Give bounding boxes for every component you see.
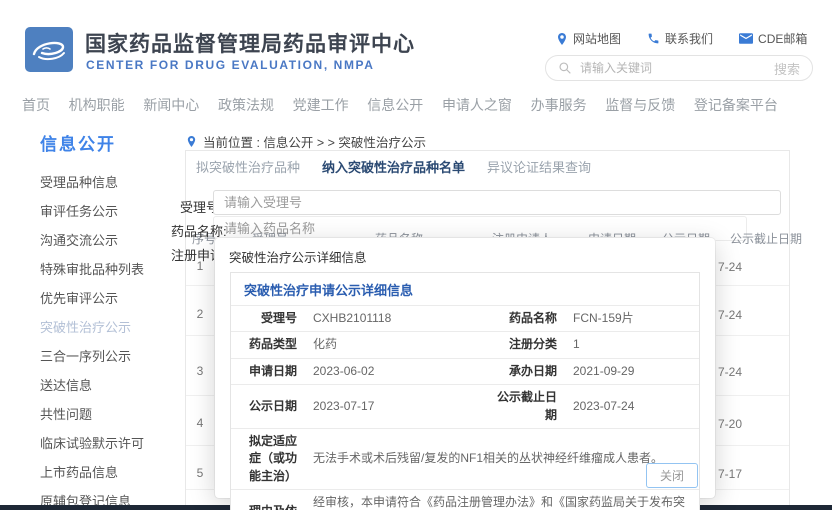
table-row-deadline: 7-24 <box>718 308 742 322</box>
acceptance-no-input[interactable] <box>213 190 781 215</box>
field-label: 承办日期 <box>483 358 565 384</box>
table-row: 拟定适应症（或功能主治） 无法手术或术后残留/复发的NF1相关的丛状神经纤维瘤成… <box>231 428 699 489</box>
field-label: 药品类型 <box>231 332 305 358</box>
sidebar-item-marketed-drugs[interactable]: 上市药品信息 <box>40 466 180 479</box>
field-label: 公示日期 <box>231 385 305 429</box>
cde-swirl-icon <box>30 33 68 67</box>
nav-item-policy[interactable]: 政策法规 <box>218 95 274 115</box>
tab-bar: 拟突破性治疗品种 纳入突破性治疗品种名单 异议论证结果查询 <box>196 157 591 176</box>
field-value: CXHB2101118 <box>305 306 483 332</box>
contact-label: 联系我们 <box>665 30 713 47</box>
indication-value: 无法手术或术后残留/复发的NF1相关的丛状神经纤维瘤成人患者。 <box>305 428 699 489</box>
site-title: 国家药品监督管理局药品审评中心 <box>85 28 415 58</box>
field-label: 公示截止日期 <box>483 385 565 429</box>
modal-detail-box: 突破性治疗申请公示详细信息 受理号 CXHB2101118 药品名称 FCN-1… <box>230 272 700 510</box>
sidebar: 信息公开 受理品种信息 审评任务公示 沟通交流公示 特殊审批品种列表 优先审评公… <box>40 130 180 510</box>
indication-label: 拟定适应症（或功能主治） <box>231 428 305 489</box>
site-subtitle: CENTER FOR DRUG EVALUATION, NMPA <box>86 58 375 72</box>
nav-item-home[interactable]: 首页 <box>22 95 50 115</box>
sidebar-item-three-in-one[interactable]: 三合一序列公示 <box>40 350 180 363</box>
field-value: 2023-07-24 <box>565 385 699 429</box>
sidebar-item-priority-review[interactable]: 优先审评公示 <box>40 292 180 305</box>
contact-link[interactable]: 联系我们 <box>647 30 713 47</box>
search-icon <box>558 61 572 75</box>
sidebar-item-communication[interactable]: 沟通交流公示 <box>40 234 180 247</box>
breadcrumb: 当前位置 : 信息公开 > > 突破性治疗公示 <box>186 132 426 151</box>
mailbox-label: CDE邮箱 <box>758 30 807 47</box>
reason-label: 理由及依据 <box>231 490 305 510</box>
sidebar-item-breakthrough-therapy[interactable]: 突破性治疗公示 <box>40 321 180 334</box>
nav-item-news[interactable]: 新闻中心 <box>143 95 199 115</box>
search-button[interactable]: 搜索 <box>774 59 800 78</box>
sidebar-item-special-approval[interactable]: 特殊审批品种列表 <box>40 263 180 276</box>
field-value: FCN-159片 <box>565 306 699 332</box>
sidebar-item-review-tasks[interactable]: 审评任务公示 <box>40 205 180 218</box>
table-row: 受理号 CXHB2101118 药品名称 FCN-159片 <box>231 306 699 332</box>
sidebar-title: 信息公开 <box>40 130 180 155</box>
nav-item-info-disclosure[interactable]: 信息公开 <box>367 95 423 115</box>
main-nav: 首页 机构职能 新闻中心 政策法规 党建工作 信息公开 申请人之窗 办事服务 监… <box>0 90 800 120</box>
nav-item-functions[interactable]: 机构职能 <box>69 95 125 115</box>
detail-table: 受理号 CXHB2101118 药品名称 FCN-159片 药品类型 化药 注册… <box>231 305 699 510</box>
field-label: 注册分类 <box>483 332 565 358</box>
table-row-deadline: 7-24 <box>718 260 742 274</box>
table-row: 药品类型 化药 注册分类 1 <box>231 332 699 358</box>
table-row-index[interactable]: 5 <box>193 466 207 480</box>
nav-item-services[interactable]: 办事服务 <box>531 95 587 115</box>
modal-title: 突破性治疗公示详细信息 <box>215 238 715 272</box>
nav-item-registration-platform[interactable]: 登记备案平台 <box>694 95 778 115</box>
sidebar-item-delivery-info[interactable]: 送达信息 <box>40 379 180 392</box>
tab-objection-results[interactable]: 异议论证结果查询 <box>487 157 591 176</box>
location-pin-icon <box>186 135 197 148</box>
reason-value: 经审核，本申请符合《药品注册管理办法》和《国家药监局关于发布突破性治疗药物审评工… <box>305 490 699 510</box>
nav-item-applicant-window[interactable]: 申请人之窗 <box>442 95 512 115</box>
table-row-deadline: 7-24 <box>718 365 742 379</box>
field-value: 2023-06-02 <box>305 358 483 384</box>
cde-logo[interactable] <box>25 27 73 72</box>
close-button[interactable]: 关闭 <box>646 463 698 488</box>
table-row-index[interactable]: 3 <box>193 364 207 378</box>
header-search: 搜索 <box>545 55 813 81</box>
field-label: 受理号 <box>231 306 305 332</box>
page: 国家药品监督管理局药品审评中心 CENTER FOR DRUG EVALUATI… <box>0 0 832 510</box>
tab-proposed-breakthrough[interactable]: 拟突破性治疗品种 <box>196 157 300 176</box>
col-header-deadline: 公示截止日期 <box>730 230 802 247</box>
field-value: 2023-07-17 <box>305 385 483 429</box>
nav-item-party[interactable]: 党建工作 <box>293 95 349 115</box>
field-label: 申请日期 <box>231 358 305 384</box>
table-row-index[interactable]: 2 <box>193 307 207 321</box>
sitemap-link[interactable]: 网站地图 <box>556 30 621 47</box>
field-label: 药品名称 <box>483 306 565 332</box>
sidebar-item-accepted-varieties[interactable]: 受理品种信息 <box>40 176 180 189</box>
breakthrough-detail-modal: 突破性治疗公示详细信息 突破性治疗申请公示详细信息 受理号 CXHB210111… <box>215 238 715 498</box>
modal-section-title: 突破性治疗申请公示详细信息 <box>231 273 699 305</box>
field-value: 化药 <box>305 332 483 358</box>
table-row-deadline: 7-17 <box>718 467 742 481</box>
sitemap-label: 网站地图 <box>573 30 621 47</box>
nav-item-supervision[interactable]: 监督与反馈 <box>605 95 675 115</box>
table-row-index[interactable]: 4 <box>193 416 207 430</box>
header-quick-links: 网站地图 联系我们 CDE邮箱 <box>556 30 807 47</box>
table-row: 公示日期 2023-07-17 公示截止日期 2023-07-24 <box>231 385 699 429</box>
table-row-deadline: 7-20 <box>718 417 742 431</box>
sidebar-item-clinical-trial-license[interactable]: 临床试验默示许可 <box>40 437 180 450</box>
mailbox-link[interactable]: CDE邮箱 <box>739 30 807 47</box>
search-input[interactable] <box>580 61 766 75</box>
field-value: 2021-09-29 <box>565 358 699 384</box>
phone-icon <box>647 32 660 45</box>
mail-icon <box>739 33 753 44</box>
table-row: 理由及依据 经审核，本申请符合《药品注册管理办法》和《国家药监局关于发布突破性治… <box>231 490 699 510</box>
location-pin-icon <box>556 32 568 46</box>
tab-included-breakthrough-list[interactable]: 纳入突破性治疗品种名单 <box>322 157 465 176</box>
table-row: 申请日期 2023-06-02 承办日期 2021-09-29 <box>231 358 699 384</box>
sidebar-item-common-issues[interactable]: 共性问题 <box>40 408 180 421</box>
breadcrumb-text: 当前位置 : 信息公开 > > 突破性治疗公示 <box>203 132 426 151</box>
field-value: 1 <box>565 332 699 358</box>
